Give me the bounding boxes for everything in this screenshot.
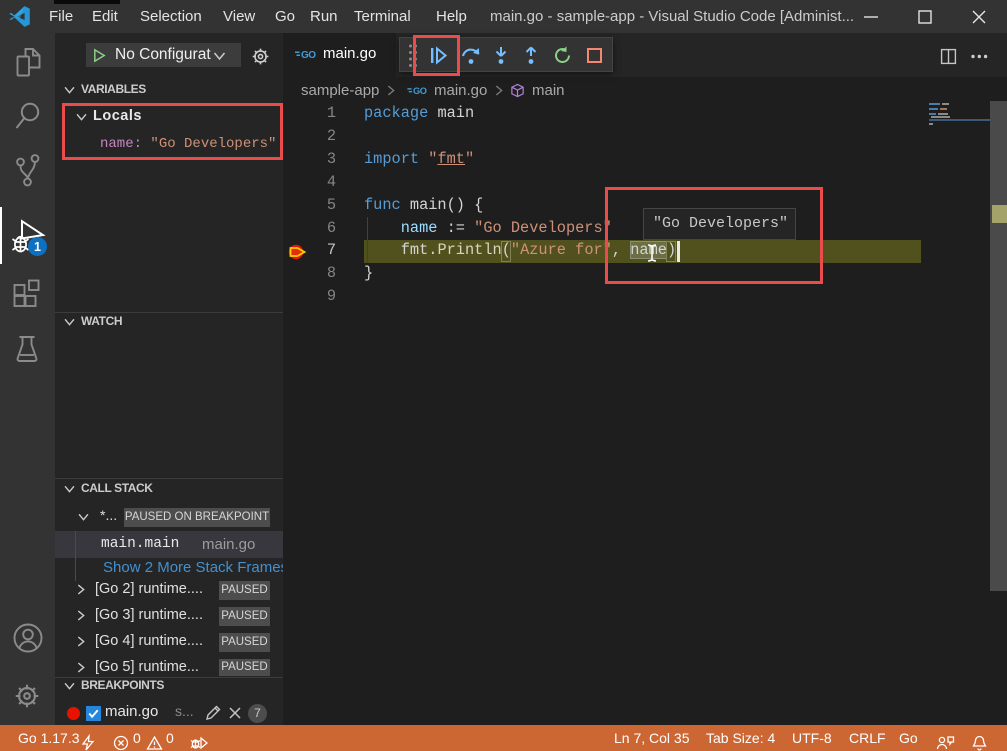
svg-text:GO: GO (301, 50, 316, 61)
svg-text:GO: GO (413, 86, 427, 96)
svg-text:1: 1 (34, 240, 41, 254)
